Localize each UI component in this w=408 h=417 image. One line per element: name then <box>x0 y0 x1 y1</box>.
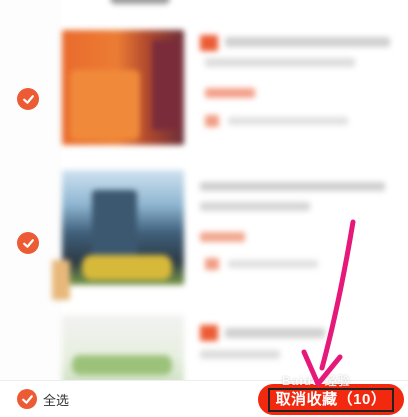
product-title-blurred <box>200 202 310 211</box>
product-title-blurred <box>225 328 325 338</box>
product-price-blurred <box>200 232 245 242</box>
bottom-action-bar: 全选 取消收藏（10） <box>0 380 408 417</box>
product-thumbnail[interactable] <box>62 30 184 145</box>
product-title-blurred <box>200 35 218 51</box>
product-title-blurred <box>200 182 385 191</box>
check-icon <box>21 394 33 404</box>
product-thumbnail[interactable] <box>62 315 184 385</box>
check-icon <box>22 94 34 104</box>
product-meta-blurred <box>205 258 219 270</box>
product-title-blurred <box>225 37 390 47</box>
cancel-favorite-button[interactable]: 取消收藏（10） <box>258 384 404 415</box>
blurred-top-remnant <box>110 0 170 4</box>
product-price-blurred <box>205 88 255 98</box>
select-all-label: 全选 <box>43 392 70 408</box>
item-check-button[interactable] <box>17 232 39 254</box>
product-meta-blurred <box>228 260 318 268</box>
product-meta-blurred <box>228 117 348 125</box>
item-check-button[interactable] <box>17 88 39 110</box>
thumbnail-detail <box>82 255 172 280</box>
product-badge-blurred <box>52 260 70 300</box>
cancel-favorite-label: 取消收藏（10） <box>267 387 395 412</box>
product-title-blurred <box>200 325 218 341</box>
check-icon <box>22 238 34 248</box>
product-meta-blurred <box>205 115 219 127</box>
thumbnail-detail <box>70 70 140 140</box>
product-title-blurred <box>200 350 280 359</box>
thumbnail-detail <box>152 40 182 130</box>
product-thumbnail[interactable] <box>62 170 184 285</box>
thumbnail-detail <box>72 355 172 375</box>
product-title-blurred <box>205 58 355 67</box>
favorites-edit-screen: 全选 取消收藏（10） Baidu 经验 <box>0 0 408 417</box>
select-all-check-button[interactable] <box>17 389 37 409</box>
select-all-toggle[interactable]: 全选 <box>17 389 69 409</box>
